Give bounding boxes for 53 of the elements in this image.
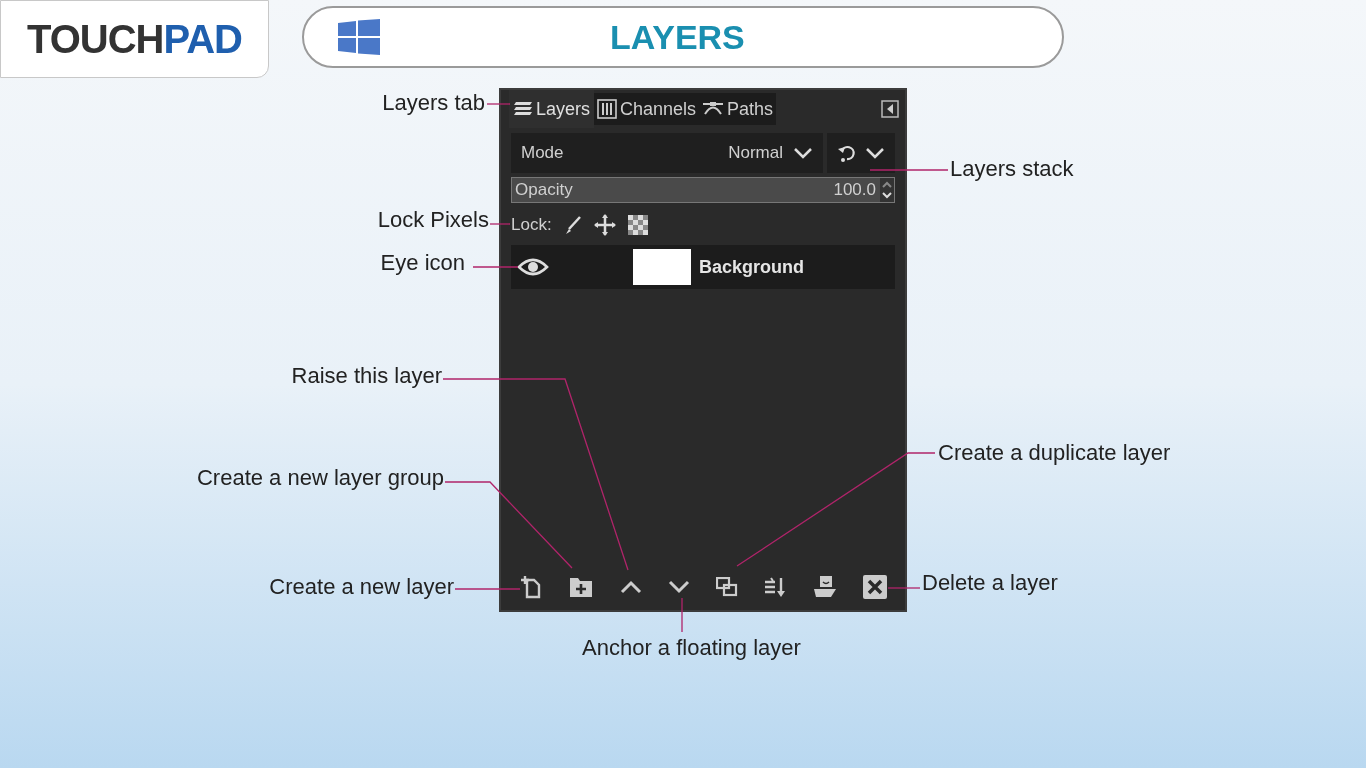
- eye-icon[interactable]: [517, 257, 549, 277]
- callout-label: Delete a layer: [922, 569, 1058, 597]
- leader-line: [489, 223, 511, 225]
- composite-mode-button[interactable]: [827, 133, 895, 173]
- spin-arrows-icon[interactable]: [880, 178, 894, 202]
- panel-tab[interactable]: Layers: [509, 90, 595, 128]
- layers-stack-icon: [513, 100, 533, 118]
- callout-label: Create a new layer: [269, 573, 454, 601]
- callout-label: Create a duplicate layer: [938, 439, 1171, 467]
- folder-plus-icon[interactable]: [569, 576, 594, 598]
- brush-icon[interactable]: [563, 215, 582, 235]
- checkerboard-icon[interactable]: [627, 215, 648, 235]
- leader-line: [472, 266, 519, 268]
- close-icon[interactable]: [862, 575, 887, 599]
- layer-row[interactable]: Background: [511, 245, 895, 289]
- reset-arrow-icon: [837, 143, 857, 163]
- channels-bars-icon: [597, 99, 618, 119]
- callout-label: Lock Pixels: [377, 206, 489, 234]
- windows-logo-icon: [338, 19, 380, 55]
- opacity-field[interactable]: Opacity 100.0: [511, 177, 895, 203]
- panel-menu-icon[interactable]: [881, 100, 899, 118]
- callout-label: Create a new layer group: [196, 464, 444, 492]
- slide-title: LAYERS: [610, 16, 745, 58]
- chevron-up-icon[interactable]: [619, 580, 642, 594]
- anchor-face-icon[interactable]: [812, 575, 837, 599]
- bezier-path-icon: [702, 101, 725, 117]
- panel-tab[interactable]: Channels: [594, 93, 700, 125]
- new-page-icon[interactable]: [519, 575, 543, 599]
- callout-label: Raise this layer: [291, 362, 442, 390]
- merge-arrows-icon[interactable]: [764, 576, 787, 598]
- chevron-down-icon: [865, 147, 885, 159]
- logo-text: TOUCHPAD: [27, 19, 242, 59]
- chevron-down-icon[interactable]: [667, 580, 690, 594]
- leader-line: [681, 597, 683, 633]
- leader-line: [887, 587, 921, 589]
- callout-label: Layers stack: [950, 155, 1074, 183]
- lock-label: Lock:: [511, 214, 552, 237]
- opacity-value: 100.0: [833, 179, 876, 202]
- callout-label: Eye icon: [380, 249, 465, 277]
- chevron-down-icon: [793, 147, 813, 159]
- layer-name: Background: [699, 255, 804, 279]
- leader-line: [486, 103, 511, 105]
- opacity-label: Opacity: [515, 179, 573, 202]
- duplicate-icon[interactable]: [716, 577, 739, 597]
- leader-line: [454, 588, 521, 590]
- callout-label: Layers tab: [382, 89, 485, 117]
- panel-tab[interactable]: Paths: [699, 93, 777, 125]
- mode-dropdown[interactable]: Mode Normal: [511, 133, 823, 173]
- mode-value: Normal: [728, 142, 783, 165]
- move-cross-icon[interactable]: [593, 214, 616, 236]
- callout-label: Anchor a floating layer: [582, 634, 801, 662]
- layer-thumbnail: [633, 249, 691, 285]
- mode-label: Mode: [521, 142, 564, 165]
